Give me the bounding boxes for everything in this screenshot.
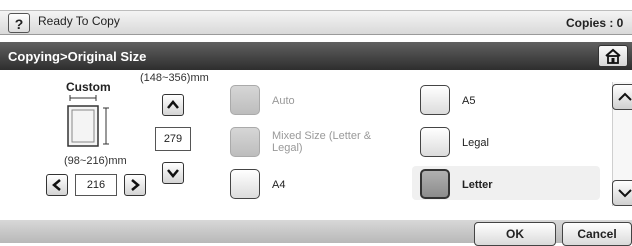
chevron-up-icon <box>618 92 632 101</box>
cancel-button[interactable]: Cancel <box>562 222 632 246</box>
paper-dimension-icon <box>67 95 109 147</box>
machine-status: Ready To Copy <box>38 14 120 28</box>
help-button[interactable]: ? <box>8 13 30 33</box>
length-value-field[interactable]: 279 <box>155 127 191 151</box>
custom-size-label: Custom <box>66 80 111 94</box>
width-range-label: (98~216)mm <box>64 155 127 167</box>
letter-size-label: Letter <box>462 179 493 191</box>
mixed-size-label: Mixed Size (Letter & Legal) <box>272 130 372 154</box>
width-decrease-button[interactable] <box>46 174 68 196</box>
a4-size-label: A4 <box>272 179 286 191</box>
scroll-up-button[interactable] <box>612 84 632 110</box>
legal-size-option[interactable] <box>420 127 450 157</box>
chevron-down-icon <box>618 189 632 198</box>
width-value-field[interactable]: 216 <box>75 174 117 196</box>
copies-count: Copies : 0 <box>566 16 624 30</box>
mixed-size-option[interactable] <box>230 127 260 157</box>
ok-button[interactable]: OK <box>474 222 556 246</box>
length-decrease-button[interactable] <box>162 162 184 184</box>
home-button[interactable] <box>598 45 628 67</box>
width-increase-button[interactable] <box>124 174 146 196</box>
legal-size-label: Legal <box>462 137 489 149</box>
home-icon <box>605 48 621 64</box>
chevron-down-icon <box>167 169 179 178</box>
letter-size-option[interactable] <box>420 169 450 199</box>
length-range-label: (148~356)mm <box>140 72 209 84</box>
a4-size-option[interactable] <box>230 169 260 199</box>
a5-size-option[interactable] <box>420 85 450 115</box>
auto-size-option[interactable] <box>230 85 260 115</box>
auto-size-label: Auto <box>272 95 295 107</box>
chevron-right-icon <box>131 179 140 191</box>
length-increase-button[interactable] <box>162 94 184 116</box>
page-title: Copying>Original Size <box>8 49 147 64</box>
chevron-up-icon <box>167 100 179 109</box>
a5-size-label: A5 <box>462 95 476 107</box>
scroll-down-button[interactable] <box>612 180 632 206</box>
chevron-left-icon <box>52 179 61 191</box>
